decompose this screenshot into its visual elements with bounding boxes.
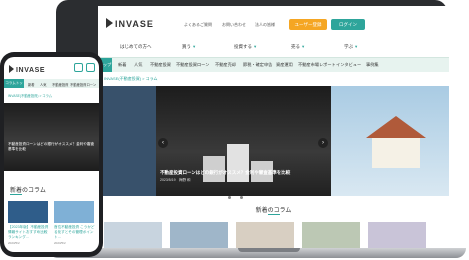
chevron-down-icon: ▾ <box>302 44 305 49</box>
phone-breadcrumb[interactable]: INVASE(不動産投資) > コラム <box>8 93 52 98</box>
login-button[interactable]: ログイン <box>331 19 365 30</box>
tab-real-estate-investment[interactable]: 不動産投資 <box>150 62 171 68</box>
phone-card-date: 2023/5/2 <box>54 241 66 245</box>
phone-card-date: 2023/5/2 <box>8 241 20 245</box>
house-image-roof <box>366 116 426 138</box>
article-thumbnail[interactable] <box>302 222 360 250</box>
carousel-prev-button[interactable]: ‹ <box>158 138 168 148</box>
tab-market-report[interactable]: 不動産市場レポート <box>298 62 336 68</box>
category-bar: トップ 新着 人気 不動産投資 不動産投資ローン 不動産売却 節税・確定申告 資… <box>98 57 449 72</box>
tab-popular[interactable]: 人気 <box>134 62 142 68</box>
phone-tab-loan[interactable]: 不動産投資ローン <box>70 82 96 87</box>
phone-card-image[interactable] <box>8 201 48 223</box>
carousel-dot[interactable] <box>228 196 231 199</box>
phone-card-title[interactable]: 【2023年版】不動産投資情報サイトおすすめ比較ランキング… <box>8 225 50 240</box>
podium-image-block <box>203 156 225 182</box>
phone-category-bar: コラムトップ 新着 人気 不動産投資 不動産投資ローン <box>4 79 99 94</box>
tab-new[interactable]: 新着 <box>118 62 126 68</box>
menu-icon[interactable] <box>86 63 95 72</box>
tab-tax[interactable]: 節税・確定申告 <box>243 62 272 68</box>
chevron-down-icon: ▾ <box>193 44 196 49</box>
chevron-down-icon: ▾ <box>355 44 358 49</box>
site-header: INVASE よくあるご質問 お問い合わせ 法人の皆様 ユーザー登録 ログイン <box>98 6 449 36</box>
nav-learn[interactable]: 学ぶ ▾ <box>344 44 357 50</box>
phone-tab-investment[interactable]: 不動産投資 <box>52 82 68 87</box>
chevron-down-icon: ▾ <box>254 44 257 49</box>
laptop-screen: INVASE よくあるご質問 お問い合わせ 法人の皆様 ユーザー登録 ログイン … <box>98 6 449 250</box>
nav-invest[interactable]: 投資する ▾ <box>234 44 256 50</box>
phone-screen: INVASE コラムトップ 新着 人気 不動産投資 不動産投資ローン INVAS… <box>4 57 99 252</box>
article-thumbnail[interactable] <box>170 222 228 250</box>
carousel-dot[interactable] <box>240 196 243 199</box>
phone-card-title[interactable]: 首位不動産投資 こうかどる化すとその管理ポイント… <box>54 225 96 240</box>
logo-icon <box>9 65 14 73</box>
faq-link[interactable]: よくあるご質問 <box>184 22 212 28</box>
slide-caption[interactable]: 不動産投資ローンはどの銀行がオススメ？金利や審査基準を比較 <box>160 170 290 176</box>
site-logo[interactable]: INVASE <box>106 18 154 29</box>
article-thumbnail[interactable] <box>368 222 426 250</box>
phone-section-underline <box>10 194 22 195</box>
register-button[interactable]: ユーザー登録 <box>289 19 327 30</box>
carousel-dots <box>228 186 246 204</box>
phone-tab-top[interactable]: コラムトップ <box>4 79 24 94</box>
laptop-notch <box>238 248 300 252</box>
phone-hero-caption[interactable]: 不動産投資ローンはどの銀行がオススメ？金利や審査基準を比較 <box>8 142 96 152</box>
tab-sale[interactable]: 不動産売却 <box>215 62 236 68</box>
carousel-dot[interactable] <box>234 196 237 199</box>
article-thumbnail[interactable] <box>236 222 294 250</box>
user-icon[interactable] <box>74 63 83 72</box>
phone-logo[interactable]: INVASE <box>9 65 45 74</box>
house-image-body <box>372 138 420 168</box>
tab-case-studies[interactable]: 事例集 <box>366 62 379 68</box>
slide-date: 2023/5/19 梅野 和 <box>160 178 191 182</box>
carousel-next-button[interactable]: › <box>318 138 328 148</box>
tab-investment-loan[interactable]: 不動産投資ローン <box>176 62 209 68</box>
tab-interview[interactable]: インタビュー <box>336 62 361 68</box>
phone-tab-new[interactable]: 新着 <box>28 82 35 87</box>
phone-card-image[interactable] <box>54 201 94 223</box>
tab-asset-management[interactable]: 資産運用 <box>276 62 293 68</box>
main-nav: はじめての方へ 買う ▾ 投資する ▾ 売る ▾ 学ぶ ▾ <box>98 40 449 54</box>
nav-sell[interactable]: 売る ▾ <box>291 44 304 50</box>
carousel-slide-previous[interactable] <box>98 86 156 196</box>
logo-icon <box>106 18 113 28</box>
article-thumbnail[interactable] <box>104 222 162 250</box>
phone-tab-popular[interactable]: 人気 <box>40 82 47 87</box>
corporate-link[interactable]: 法人の皆様 <box>255 22 275 28</box>
contact-link[interactable]: お問い合わせ <box>222 22 246 28</box>
section-title: 新着のコラム <box>255 208 292 214</box>
nav-buy[interactable]: 買う ▾ <box>182 44 195 50</box>
phone-hero-image[interactable] <box>4 103 99 171</box>
phone-section-title: 新着のコラム <box>10 188 46 194</box>
podium-image-block <box>227 144 249 182</box>
section-underline <box>268 214 280 215</box>
breadcrumb[interactable]: INVASE(不動産投資) > コラム <box>104 76 157 82</box>
nav-first-time[interactable]: はじめての方へ <box>120 44 152 50</box>
